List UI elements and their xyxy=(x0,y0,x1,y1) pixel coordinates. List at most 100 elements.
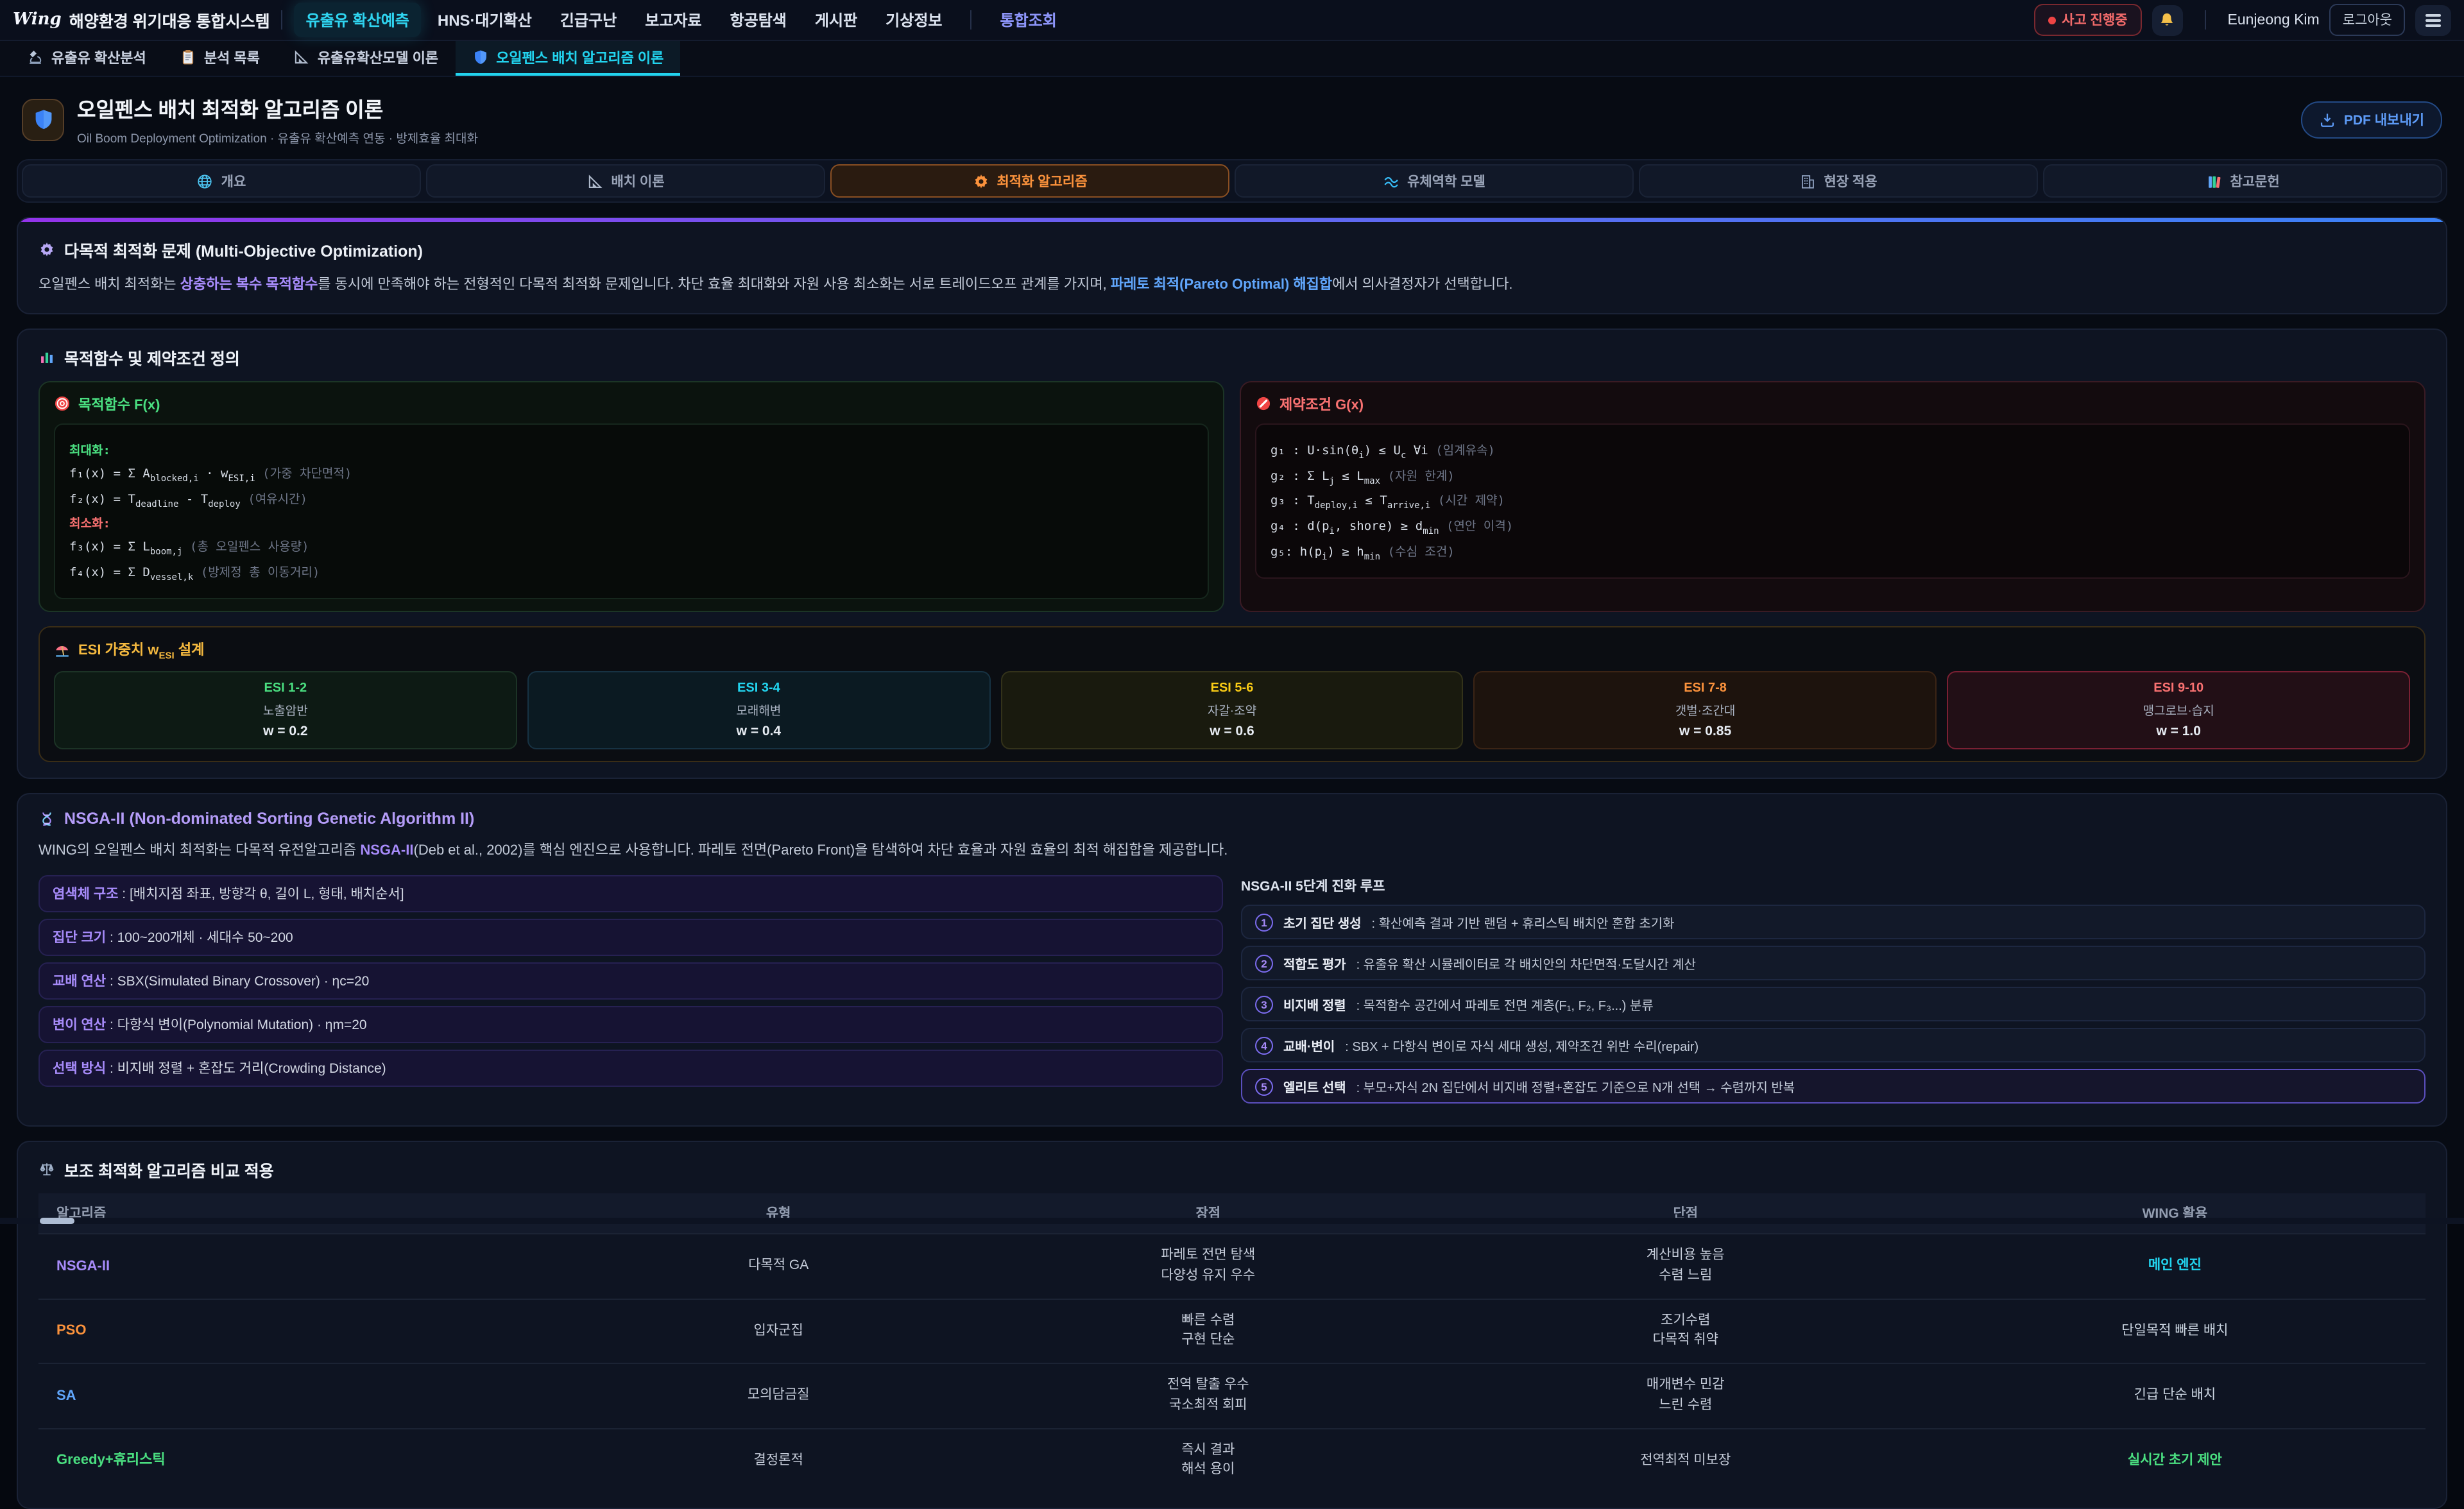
pros-cell: 빠른 수렴구현 단순 xyxy=(970,1299,1447,1363)
nav-item-긴급구난[interactable]: 긴급구난 xyxy=(549,3,628,37)
nsga-step-row: 2적합도 평가 : 유출유 확산 시뮬레이터로 각 배치안의 차단면적·도달시간… xyxy=(1241,946,2426,980)
section-tab-유체역학 모델[interactable]: 유체역학 모델 xyxy=(1235,164,1634,198)
section-tab-배치 이론[interactable]: 배치 이론 xyxy=(426,164,825,198)
sub-tab-오일펜스 배치 알고리즘 이론[interactable]: 오일펜스 배치 알고리즘 이론 xyxy=(455,41,680,76)
sub-tab-label: 오일펜스 배치 알고리즘 이론 xyxy=(496,47,663,67)
shield-icon xyxy=(31,108,55,131)
cons-cell: 전역최적 미보장 xyxy=(1447,1428,1924,1492)
formula-line: g₃ : Tdeploy,i ≤ Tarrive,i (시간 제약) xyxy=(1270,491,2395,511)
nsga-parameter-row: 집단 크기 : 100~200개체 · 세대수 50~200 xyxy=(38,919,1223,956)
esi-weight-value: w = 0.2 xyxy=(60,724,511,740)
step-number: 3 xyxy=(1255,995,1273,1013)
pros-line: 즉시 결과 xyxy=(982,1440,1434,1461)
step-label: 교배·변이 xyxy=(1283,1036,1335,1055)
column-header-단점: 단점 xyxy=(1447,1193,1924,1234)
wing-usage-cell: 긴급 단순 배치 xyxy=(1924,1363,2426,1428)
cons-cell: 매개변수 민감느린 수렴 xyxy=(1447,1363,1924,1428)
highlight-nsga: NSGA-II xyxy=(360,844,413,859)
table-row: NSGA-II다목적 GA파레토 전면 탐색다양성 유지 우수계산비용 높음수렴… xyxy=(38,1234,2426,1299)
page-titles: 오일펜스 배치 최적화 알고리즘 이론 Oil Boom Deployment … xyxy=(77,92,2302,146)
incident-status-badge[interactable]: 사고 진행중 xyxy=(2033,4,2141,36)
gear-icon xyxy=(38,241,55,258)
objective-panel: 목적함수 F(x) 최대화: f₁(x) = Σ Ablocked,i · wE… xyxy=(38,380,1224,612)
status-dot-icon xyxy=(2048,16,2055,24)
logout-button[interactable]: 로그아웃 xyxy=(2330,4,2405,36)
sub-tab-label: 분석 목록 xyxy=(204,47,260,67)
esi-range: ESI 5-6 xyxy=(1007,682,1457,696)
gear-icon xyxy=(972,173,989,189)
formula-line: g₄ : d(pi, shore) ≥ dmin (연안 이격) xyxy=(1270,516,2395,537)
sub-tab-bar: 유출유 확산분석 분석 목록 유출유확산모델 이론 오일펜스 배치 알고리즘 이론 xyxy=(0,41,2464,77)
app-title: 해양환경 위기대응 통합시스템 xyxy=(69,8,270,32)
nsga-step-row: 1초기 집단 생성 : 확산예측 결과 기반 랜덤 + 휴리스틱 배치안 혼합 … xyxy=(1241,905,2426,939)
esi-shore-type: 맹그로브·습지 xyxy=(1953,701,2404,719)
section-tab-현장 적용[interactable]: 현장 적용 xyxy=(1639,164,2038,198)
app-window: Wing 해양환경 위기대응 통합시스템 유출유 확산예측HNS·대기확산긴급구… xyxy=(0,0,2464,1224)
menu-button[interactable] xyxy=(2415,4,2451,35)
sub-tab-유출유 확산분석[interactable]: 유출유 확산분석 xyxy=(10,41,163,76)
algorithm-type-cell: 입자군집 xyxy=(588,1299,970,1363)
pros-line: 구현 단순 xyxy=(982,1331,1434,1352)
step-number: 2 xyxy=(1255,954,1273,972)
formula-line: f₃(x) = Σ Lboom,j (총 오일펜스 사용량) xyxy=(69,537,1194,558)
section-tab-참고문헌[interactable]: 참고문헌 xyxy=(2043,164,2442,198)
clipboard-icon xyxy=(180,49,196,65)
comparison-card: 보조 최적화 알고리즘 비교 적용 알고리즘유형장점단점WING 활용 NSGA… xyxy=(17,1141,2447,1509)
pros-cell: 즉시 결과해석 용이 xyxy=(970,1428,1447,1492)
nav-item-HNS·대기확산[interactable]: HNS·대기확산 xyxy=(426,3,543,37)
nav-item-유출유 확산예측[interactable]: 유출유 확산예측 xyxy=(295,3,421,37)
minimize-label: 최소화: xyxy=(69,514,1194,532)
nsga-parameter-row: 변이 연산 : 다항식 변이(Polynomial Mutation) · ηm… xyxy=(38,1006,1223,1043)
sub-tab-label: 유출유 확산분석 xyxy=(51,47,146,67)
divider xyxy=(282,10,283,30)
cons-line: 다목적 취약 xyxy=(1460,1331,1912,1352)
cons-line: 느린 수렴 xyxy=(1460,1396,1912,1417)
esi-weights-title: ESI 가중치 wESI 설계 xyxy=(54,640,2410,661)
pdf-export-button[interactable]: PDF 내보내기 xyxy=(2302,101,2442,138)
nsga-step-row: 5엘리트 선택 : 부모+자식 2N 집단에서 비지배 정렬+혼잡도 기준으로 … xyxy=(1241,1069,2426,1104)
divider xyxy=(2205,10,2206,30)
nsga-steps: 1초기 집단 생성 : 확산예측 결과 기반 랜덤 + 휴리스틱 배치안 혼합 … xyxy=(1241,905,2426,1104)
no-entry-icon xyxy=(1255,395,1272,412)
section-tab-최적화 알고리즘[interactable]: 최적화 알고리즘 xyxy=(830,164,1229,198)
definition-panels: 목적함수 F(x) 최대화: f₁(x) = Σ Ablocked,i · wE… xyxy=(38,380,2426,612)
definition-heading: 목적함수 및 제약조건 정의 xyxy=(38,345,2426,369)
nav-item-항공탐색[interactable]: 항공탐색 xyxy=(719,3,798,37)
parameter-value: : 다항식 변이(Polynomial Mutation) · ηm=20 xyxy=(106,1018,367,1033)
bar-chart-icon xyxy=(38,348,55,365)
wing-usage-cell: 실시간 초기 제안 xyxy=(1924,1428,2426,1492)
nav-item-보고자료[interactable]: 보고자료 xyxy=(633,3,713,37)
top-nav-right: 사고 진행중 Eunjeong Kim 로그아웃 xyxy=(2033,4,2451,36)
download-icon xyxy=(2320,111,2336,128)
parameter-label: 변이 연산 xyxy=(53,1018,106,1033)
app-logo: Wing 해양환경 위기대응 통합시스템 xyxy=(13,8,270,32)
step-number: 5 xyxy=(1255,1077,1273,1095)
parameter-value: : SBX(Simulated Binary Crossover) · ηc=2… xyxy=(106,974,369,989)
algorithm-name-cell: PSO xyxy=(38,1299,588,1363)
nav-item-통합조회[interactable]: 통합조회 xyxy=(989,3,1068,37)
cons-line: 조기수렴 xyxy=(1460,1311,1912,1331)
pdf-export-label: PDF 내보내기 xyxy=(2344,110,2424,129)
section-tab-bar: 개요배치 이론최적화 알고리즘유체역학 모델현장 적용참고문헌 xyxy=(17,159,2447,203)
algorithm-name-cell: Greedy+휴리스틱 xyxy=(38,1428,588,1492)
table-row: Greedy+휴리스틱결정론적즉시 결과해석 용이전역최적 미보장실시간 초기 … xyxy=(38,1428,2426,1492)
cons-line: 계산비용 높음 xyxy=(1460,1246,1912,1266)
sub-tab-유출유확산모델 이론[interactable]: 유출유확산모델 이론 xyxy=(277,41,455,76)
parameter-label: 집단 크기 xyxy=(53,930,106,946)
notifications-button[interactable] xyxy=(2152,4,2183,35)
esi-shore-type: 모래해변 xyxy=(534,701,984,719)
algorithm-comparison-table: 알고리즘유형장점단점WING 활용 NSGA-II다목적 GA파레토 전면 탐색… xyxy=(38,1193,2426,1492)
nav-item-기상정보[interactable]: 기상정보 xyxy=(874,3,954,37)
step-description: : 목적함수 공간에서 파레토 전면 계층(F₁, F₂, F₃...) 분류 xyxy=(1356,994,1654,1014)
sub-tab-분석 목록[interactable]: 분석 목록 xyxy=(163,41,277,76)
esi-shore-type: 노출암반 xyxy=(60,701,511,719)
column-header-유형: 유형 xyxy=(588,1193,970,1234)
nav-item-게시판[interactable]: 게시판 xyxy=(803,3,869,37)
multi-objective-heading: 다목적 최적화 문제 (Multi-Objective Optimization… xyxy=(38,237,2426,262)
section-tab-개요[interactable]: 개요 xyxy=(22,164,421,198)
parameter-label: 선택 방식 xyxy=(53,1061,106,1077)
sub-tab-label: 유출유확산모델 이론 xyxy=(318,47,438,67)
wing-usage-cell: 메인 엔진 xyxy=(1924,1234,2426,1299)
pros-line: 전역 탈출 우수 xyxy=(982,1376,1434,1396)
nsga-step-row: 3비지배 정렬 : 목적함수 공간에서 파레토 전면 계층(F₁, F₂, F₃… xyxy=(1241,987,2426,1021)
